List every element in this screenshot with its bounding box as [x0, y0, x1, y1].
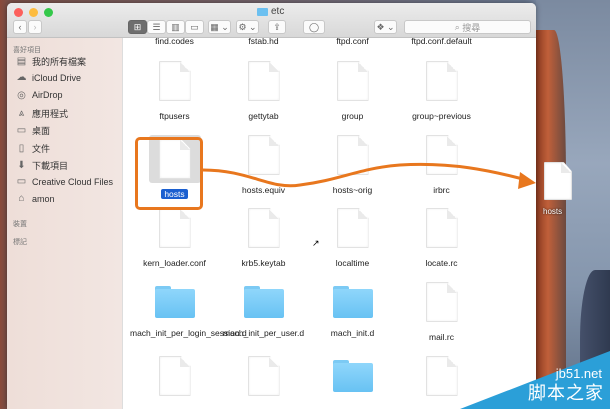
arrowhead-icon	[518, 172, 536, 189]
desktop-hosts-file[interactable]	[544, 162, 572, 200]
drag-arrow-line	[202, 162, 531, 188]
watermark-name: 脚本之家	[528, 383, 604, 403]
desktop-hosts-label: hosts	[543, 207, 563, 216]
drag-arrow	[202, 162, 536, 189]
